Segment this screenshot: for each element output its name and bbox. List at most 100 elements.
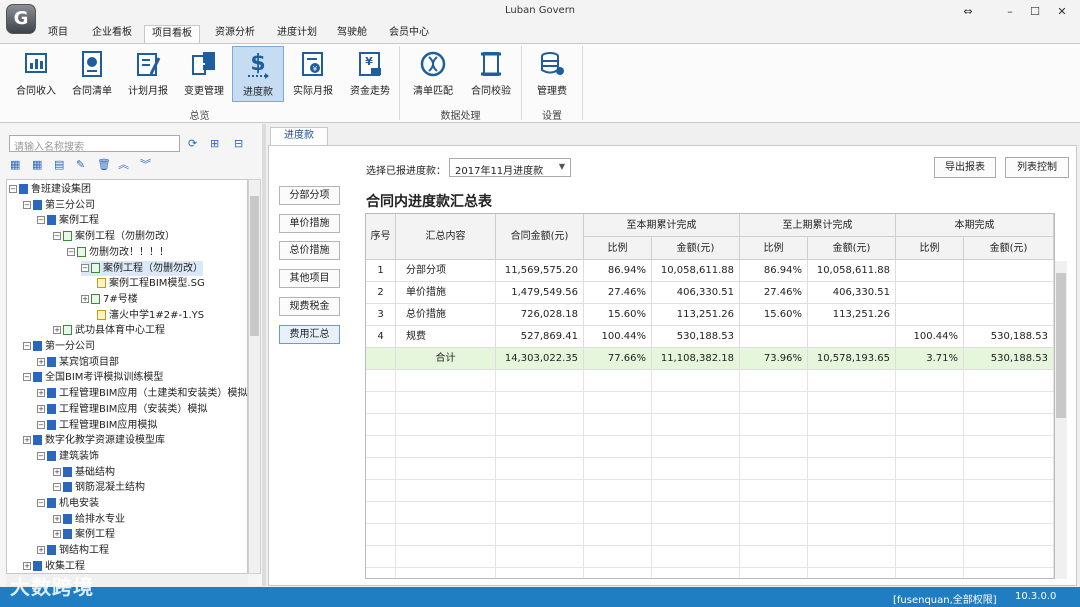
category-button-3[interactable]: 其他项目 [279,269,340,289]
tree-node[interactable]: − 全国BIM考评模拟训练模型 [23,370,163,385]
tree-node[interactable]: +7#号楼 [81,292,138,307]
menu-tab-4[interactable]: 进度计划 [270,25,324,43]
ribbon-button-2[interactable]: 计划月报 [122,46,174,102]
category-button-2[interactable]: 总价措施 [279,241,340,261]
rename-icon[interactable]: ✎ [76,158,85,172]
ribbon-button-1[interactable]: 合同清单 [66,46,118,102]
ribbon-button-4[interactable]: $ 进度款 [232,46,284,102]
category-button-4[interactable]: 规费税金 [279,296,340,316]
menu-tab-6[interactable]: 会员中心 [382,25,436,43]
tree-vertical-scrollbar[interactable] [248,179,261,574]
tree-node[interactable]: − 钢筋混凝土结构 [53,480,145,495]
category-button-5[interactable]: 费用汇总 [279,324,340,344]
expand-toggle-icon[interactable]: − [81,263,89,272]
expand-toggle-icon[interactable]: − [37,451,45,460]
ribbon-button-8[interactable]: 合同校验 [463,46,519,102]
menu-tab-0[interactable]: 项目 [44,25,72,43]
tree-node[interactable]: + 某宾馆项目部 [37,355,119,370]
period-select[interactable]: 2017年11月进度款 ▼ [449,158,571,177]
tree-node[interactable]: − 建筑装饰 [37,449,99,464]
empty-cell [740,480,808,502]
expand-toggle-icon[interactable]: − [53,232,61,241]
category-button-0[interactable]: 分部分项 [279,186,340,205]
restore-icon[interactable]: ⇔ [958,3,978,21]
expand-toggle-icon[interactable]: + [53,326,61,335]
expand-toggle-icon[interactable]: − [53,483,61,492]
tree-node[interactable]: − 机电安装 [37,496,99,511]
expand-toggle-icon[interactable]: + [53,530,61,539]
close-button[interactable]: ✕ [1052,3,1072,21]
tree-node[interactable]: − 工程管理BIM应用模拟 [37,418,157,433]
add-node-icon[interactable]: ▦ [10,158,20,172]
ribbon-button-7[interactable]: 清单匹配 [405,46,461,102]
move-up-icon[interactable]: ︽ [118,158,129,172]
menu-tab-1[interactable]: 企业看板 [84,25,140,43]
export-report-button[interactable]: 导出报表 [934,157,996,178]
column-control-button[interactable]: 列表控制 [1005,157,1069,178]
expand-toggle-icon[interactable]: + [37,357,45,366]
table-scroll-thumb[interactable] [1056,273,1066,418]
tree-node[interactable]: 瀋火中学1#2#-1.YS [97,308,204,323]
tree-node[interactable]: + 武功县体育中心工程 [53,323,165,338]
expand-toggle-icon[interactable]: + [53,514,61,523]
tree-node[interactable]: + 案例工程 [53,527,115,542]
expand-toggle-icon[interactable]: + [81,294,89,303]
tree-node[interactable]: − 案例工程 [37,213,99,228]
minimize-button[interactable]: – [1000,3,1020,21]
expand-toggle-icon[interactable]: + [23,436,31,445]
tree-node[interactable]: − 案例工程（勿删勿改） [53,229,175,244]
maximize-button[interactable]: ☐ [1025,3,1045,21]
tree-node[interactable]: + 基础结构 [53,465,115,480]
ribbon-button-6[interactable]: ¥ 资金走势 [343,46,397,102]
ribbon-button-0[interactable]: 合同收入 [11,46,61,102]
ribbon-button-3[interactable]: 变更管理 [178,46,230,102]
ribbon-button-5[interactable]: ¥ 实际月报 [287,46,339,102]
expand-toggle-icon[interactable]: + [37,546,45,555]
expand-toggle-icon[interactable]: + [53,467,61,476]
expand-toggle-icon[interactable]: − [23,373,31,382]
content-area: 选择已报进度款： 2017年11月进度款 ▼ 导出报表 列表控制 分部分项 单价措施… [268,145,1077,586]
tree-search-input[interactable]: 请输入名称搜索 [9,135,180,153]
expand-toggle-icon[interactable]: + [23,561,31,570]
category-button-1[interactable]: 单价措施 [279,213,340,233]
expand-toggle-icon[interactable]: − [23,342,31,350]
table-vertical-scrollbar[interactable] [1055,261,1067,579]
header-cumulative-previous: 至上期累计完成 [740,214,896,237]
tree-node[interactable]: − 第一分公司 [23,339,95,354]
tab-progress-payment[interactable]: 进度款 [270,127,328,145]
expand-toggle-icon[interactable]: − [9,185,17,193]
expand-toggle-icon[interactable]: + [37,404,45,413]
move-down-icon[interactable]: ︾ [140,158,151,172]
expand-toggle-icon[interactable]: + [37,389,45,398]
menu-tab-3[interactable]: 资源分析 [208,25,262,43]
delete-icon[interactable]: 🗑 [97,158,111,172]
tree-node[interactable]: − 鲁班建设集团 [9,182,91,197]
expand-toggle-icon[interactable]: − [67,247,75,256]
expand-toggle-icon[interactable]: − [37,420,45,429]
tree-scroll-thumb[interactable] [250,196,259,336]
collapse-all-icon[interactable]: ⊟ [234,137,243,151]
add-child-icon[interactable]: ▦ [32,158,42,172]
empty-cell [896,370,964,392]
tree-node[interactable]: − 案例工程（勿删勿改） [81,260,203,276]
ribbon-button-9[interactable]: 管理费 [528,46,576,102]
table-cell: 11,569,575.20 [496,260,584,282]
panel-splitter[interactable] [262,124,266,586]
tree-node[interactable]: + 工程管理BIM应用（安装类）模拟 [37,402,207,417]
menu-tab-2[interactable]: 项目看板 [144,25,200,43]
expand-toggle-icon[interactable]: − [37,499,45,507]
edit-node-icon[interactable]: ▤ [54,158,64,172]
tree-node[interactable]: − 勿删勿改！！！！ [67,245,169,260]
tree-node[interactable]: + 工程管理BIM应用（土建类和安装类）模拟 [37,386,247,401]
expand-toggle-icon[interactable]: − [23,200,31,209]
menu-tab-5[interactable]: 驾驶舱 [332,25,372,43]
tree-node[interactable]: − 第三分公司 [23,198,95,213]
app-logo[interactable]: G [6,4,36,34]
refresh-icon[interactable]: ⟳ [188,137,197,151]
tree-node[interactable]: + 数字化教学资源建设模型库 [23,433,165,448]
tree-node[interactable]: + 钢结构工程 [37,543,109,558]
tree-node[interactable]: + 给排水专业 [53,512,125,527]
tree-node[interactable]: 案例工程BIM模型.SG [97,276,205,291]
expand-toggle-icon[interactable]: − [37,216,45,225]
expand-all-icon[interactable]: ⊞ [210,137,219,151]
